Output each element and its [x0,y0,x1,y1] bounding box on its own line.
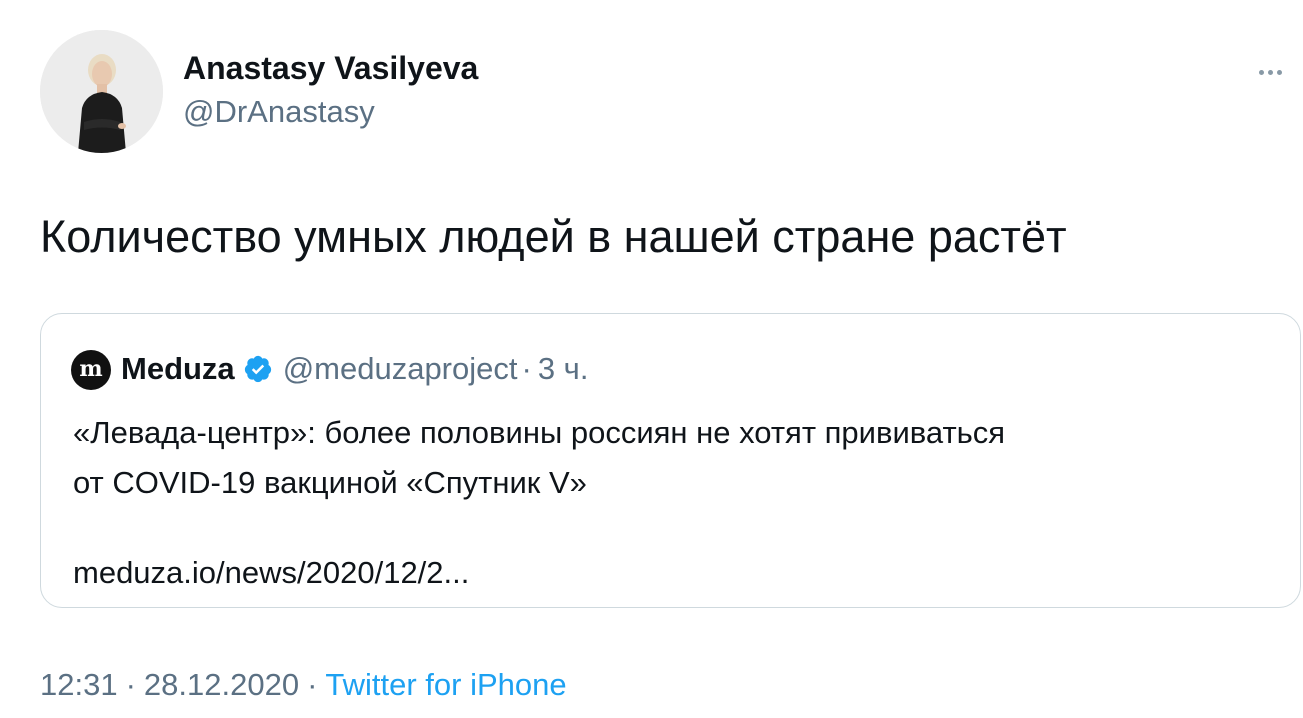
tweet-source-link[interactable]: Twitter for iPhone [325,667,566,702]
quoted-tweet-text: «Левада-центр»: более половины россиян н… [73,408,1253,508]
quoted-tweet-card[interactable]: m Meduza @meduzaproject · 3 ч. «Левада-ц… [40,313,1301,608]
author-avatar[interactable] [40,30,163,153]
tweet-text: Количество умных людей в нашей стране ра… [40,211,1067,262]
quoted-tweet-link[interactable]: meduza.io/news/2020/12/2... [73,548,469,598]
quoted-text-line: «Левада-центр»: более половины россиян н… [73,415,1006,450]
tweet-date[interactable]: 28.12.2020 [144,667,299,702]
separator-dot: · [521,351,532,386]
quoted-tweet-time[interactable]: 3 ч. [538,351,589,387]
verified-badge-icon [243,354,273,384]
tweet-time[interactable]: 12:31 [40,667,118,702]
ellipsis-icon [1267,69,1273,75]
quoted-author-handle[interactable]: @meduzaproject [283,351,518,387]
quoted-text-line: от COVID-19 вакциной «Спутник V» [73,465,587,500]
separator-dot: · [125,667,136,702]
separator-dot: · [307,667,318,702]
quoted-tweet-header: Meduza @meduzaproject · 3 ч. [121,349,588,389]
quoted-author-name[interactable]: Meduza [121,351,235,387]
more-options-button[interactable] [1251,60,1289,84]
ellipsis-icon [1276,69,1282,75]
tweet-meta: 12:31 · 28.12.2020 · Twitter for iPhone [40,662,567,708]
meduza-avatar-icon[interactable]: m [71,350,111,390]
ellipsis-icon [1258,69,1264,75]
author-handle[interactable]: @DrAnastasy [183,94,375,130]
tweet: Anastasy Vasilyeva @DrAnastasy Количеств… [0,0,1303,718]
author-display-name[interactable]: Anastasy Vasilyeva [183,50,478,87]
profile-photo-icon [40,30,163,153]
